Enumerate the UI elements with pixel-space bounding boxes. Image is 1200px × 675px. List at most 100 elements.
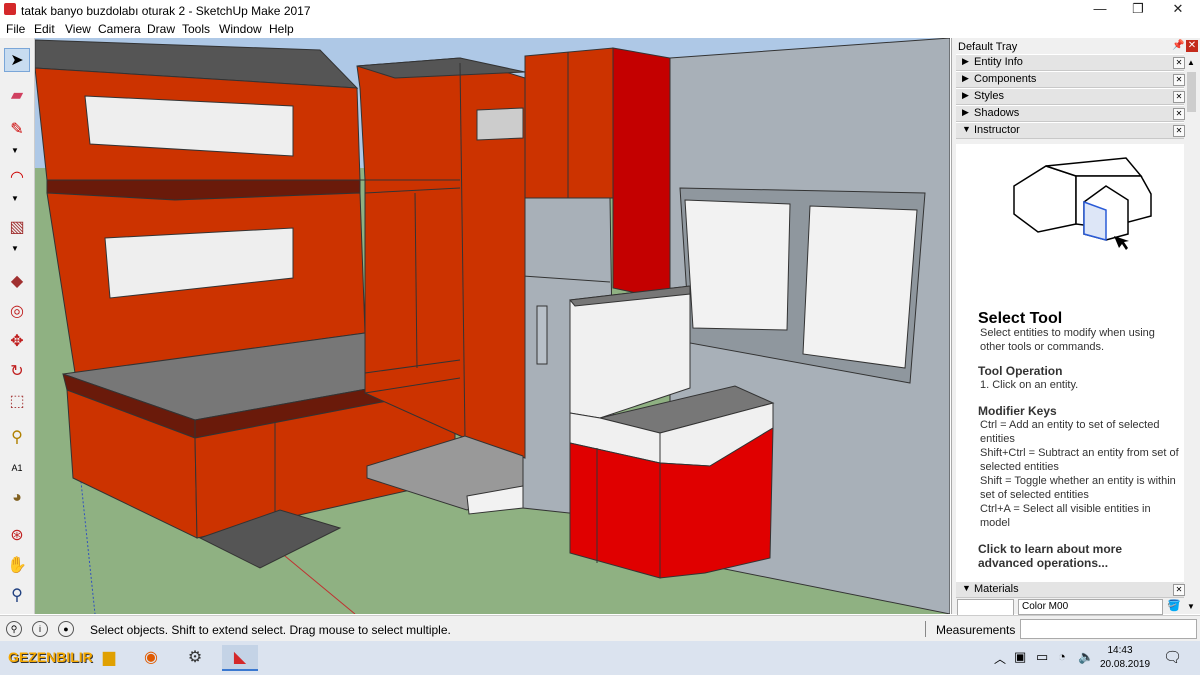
middle-cabinet-window[interactable] bbox=[476, 107, 524, 141]
menu-camera[interactable]: Camera bbox=[98, 22, 141, 36]
file-explorer-icon[interactable]: ▆ bbox=[96, 645, 122, 671]
volume-icon[interactable]: 🔈 bbox=[1078, 649, 1094, 665]
panel-label: Entity Info bbox=[974, 56, 1023, 68]
modifier-key-ctrl-a: Ctrl+A = Select all visible entities in … bbox=[980, 503, 1151, 529]
settings-gear-icon[interactable]: ⚙ bbox=[182, 645, 208, 671]
panel-entity-info[interactable]: ▶ Entity Info ✕ bbox=[956, 54, 1185, 71]
menu-view[interactable]: View bbox=[65, 22, 91, 36]
scroll-down-icon[interactable]: ▼ bbox=[1187, 602, 1195, 611]
tool-operation-text: 1. Click on an entity. bbox=[980, 379, 1079, 391]
close-button[interactable]: ✕ bbox=[1158, 0, 1198, 20]
clock[interactable]: 14:43 20.08.2019 bbox=[1100, 644, 1150, 672]
move-tool-icon: ✥ bbox=[10, 333, 24, 350]
tray-scrollbar[interactable]: ▲ ▼ bbox=[1185, 56, 1199, 614]
measurements-box[interactable] bbox=[1020, 619, 1197, 639]
panel-shadows[interactable]: ▶ Shadows ✕ bbox=[956, 105, 1185, 122]
upper-cabinet-side[interactable] bbox=[612, 47, 671, 301]
menu-bar: File Edit View Camera Draw Tools Window … bbox=[0, 20, 1200, 38]
scale-tool-button[interactable]: ⬚ bbox=[4, 390, 30, 414]
learn-more-link[interactable]: Click to learn about more advanced opera… bbox=[978, 542, 1178, 570]
battery-icon[interactable]: ▭ bbox=[1036, 649, 1048, 665]
user-icon[interactable]: ● bbox=[58, 621, 74, 637]
maximize-button[interactable]: ❐ bbox=[1118, 0, 1158, 20]
scroll-thumb[interactable] bbox=[1187, 72, 1196, 112]
panel-instructor[interactable]: ▼ Instructor ✕ bbox=[956, 122, 1185, 139]
scroll-up-icon[interactable]: ▲ bbox=[1187, 58, 1195, 67]
orbit-tool-icon: ⊛ bbox=[10, 527, 24, 544]
window-pane-left[interactable] bbox=[684, 199, 791, 331]
rectangle-dropdown-icon[interactable]: ▼ bbox=[11, 244, 19, 253]
modifier-key-shift: Shift = Toggle whether an entity is with… bbox=[980, 475, 1176, 501]
panel-close-icon[interactable]: ✕ bbox=[1173, 584, 1185, 596]
gezenbilir-logo: GEZENBILIR bbox=[8, 649, 93, 665]
instructor-description: Select entities to modify when using oth… bbox=[980, 327, 1155, 353]
pencil-tool-icon: ✎ bbox=[10, 121, 24, 138]
paint-bucket-icon[interactable]: 🪣 bbox=[1167, 599, 1181, 612]
modifier-key-ctrl: Ctrl = Add an entity to set of selected … bbox=[980, 419, 1160, 445]
firefox-icon[interactable]: ◉ bbox=[138, 645, 164, 671]
sketchup-taskbar-icon[interactable]: ◣ bbox=[222, 645, 258, 671]
rotate-tool-icon: ↻ bbox=[10, 363, 24, 380]
pin-icon[interactable]: 📌 bbox=[1172, 40, 1184, 51]
panel-label: Materials bbox=[974, 583, 1019, 595]
sketchup-app-icon bbox=[4, 3, 16, 15]
arc-tool-button[interactable]: ◠ bbox=[4, 166, 30, 190]
panel-label: Instructor bbox=[974, 124, 1020, 136]
paint-bucket-tool-button[interactable]: ◕ bbox=[4, 486, 30, 510]
large-tool-set: ➤ ▰ ✎ ▼ ◠ ▼ ▧ ▼ ◆ ◎ ✥ ↻ ⬚ ⚲ A1 ◕ ⊛ ✋ ⚲ bbox=[0, 38, 35, 614]
eraser-tool-button[interactable]: ▰ bbox=[4, 84, 30, 108]
model-viewport[interactable] bbox=[35, 38, 950, 614]
tape-measure-tool-button[interactable]: ⚲ bbox=[4, 426, 30, 450]
menu-edit[interactable]: Edit bbox=[34, 22, 55, 36]
menu-tools[interactable]: Tools bbox=[182, 22, 210, 36]
collapsed-triangle-icon: ▶ bbox=[962, 90, 969, 100]
zoom-tool-button[interactable]: ⚲ bbox=[4, 584, 30, 608]
panel-close-icon[interactable]: ✕ bbox=[1173, 74, 1185, 86]
menu-draw[interactable]: Draw bbox=[147, 22, 175, 36]
model-scene[interactable] bbox=[35, 38, 950, 614]
move-tool-button[interactable]: ✥ bbox=[4, 330, 30, 354]
pencil-dropdown-icon[interactable]: ▼ bbox=[11, 146, 19, 155]
modifier-key-shift-ctrl: Shift+Ctrl = Subtract an entity from set… bbox=[980, 447, 1179, 473]
rotate-tool-button[interactable]: ↻ bbox=[4, 360, 30, 384]
menu-file[interactable]: File bbox=[6, 22, 25, 36]
arc-dropdown-icon[interactable]: ▼ bbox=[11, 194, 19, 203]
pan-tool-button[interactable]: ✋ bbox=[4, 554, 30, 578]
status-message: Select objects. Shift to extend select. … bbox=[90, 623, 451, 637]
collapsed-triangle-icon: ▶ bbox=[962, 107, 969, 117]
minimize-button[interactable]: — bbox=[1080, 0, 1120, 20]
material-swatch[interactable] bbox=[957, 599, 1014, 616]
credits-icon[interactable]: i bbox=[32, 621, 48, 637]
tray-title: Default Tray bbox=[958, 41, 1018, 53]
pencil-tool-button[interactable]: ✎ bbox=[4, 118, 30, 142]
tray-app-icon[interactable]: ▣ bbox=[1014, 649, 1026, 665]
panel-close-icon[interactable]: ✕ bbox=[1173, 108, 1185, 120]
text-tool-button[interactable]: A1 bbox=[4, 456, 30, 480]
geolocation-icon[interactable]: ⚲ bbox=[6, 621, 22, 637]
select-tool-button[interactable]: ➤ bbox=[4, 48, 30, 72]
scale-tool-icon: ⬚ bbox=[9, 393, 25, 410]
notification-icon[interactable]: 🗨 bbox=[1163, 648, 1182, 666]
material-name-field[interactable]: Color M00 bbox=[1018, 599, 1163, 615]
push-pull-tool-icon: ◆ bbox=[10, 273, 24, 290]
wifi-icon[interactable]: ◔ bbox=[1058, 649, 1066, 664]
panel-close-icon[interactable]: ✕ bbox=[1173, 125, 1185, 137]
window-pane-right[interactable] bbox=[802, 205, 918, 369]
menu-help[interactable]: Help bbox=[269, 22, 294, 36]
panel-styles[interactable]: ▶ Styles ✕ bbox=[956, 88, 1185, 105]
panel-materials[interactable]: ▼ Materials ✕ bbox=[956, 581, 1185, 598]
select-tool-icon: ➤ bbox=[10, 52, 24, 69]
rectangle-tool-button[interactable]: ▧ bbox=[4, 216, 30, 240]
panel-components[interactable]: ▶ Components ✕ bbox=[956, 71, 1185, 88]
fridge-handle[interactable] bbox=[536, 305, 548, 365]
orbit-tool-button[interactable]: ⊛ bbox=[4, 524, 30, 548]
title-bar: tatak banyo buzdolabı oturak 2 - SketchU… bbox=[0, 0, 1200, 20]
show-hidden-icons-chevron-icon[interactable]: ︿ bbox=[994, 650, 1006, 667]
offset-tool-button[interactable]: ◎ bbox=[4, 300, 30, 324]
panel-close-icon[interactable]: ✕ bbox=[1173, 57, 1185, 69]
push-pull-tool-button[interactable]: ◆ bbox=[4, 270, 30, 294]
tray-close-button[interactable]: ✕ bbox=[1186, 40, 1198, 52]
menu-window[interactable]: Window bbox=[219, 22, 262, 36]
upper-cabinet-left[interactable] bbox=[524, 47, 614, 199]
panel-close-icon[interactable]: ✕ bbox=[1173, 91, 1185, 103]
